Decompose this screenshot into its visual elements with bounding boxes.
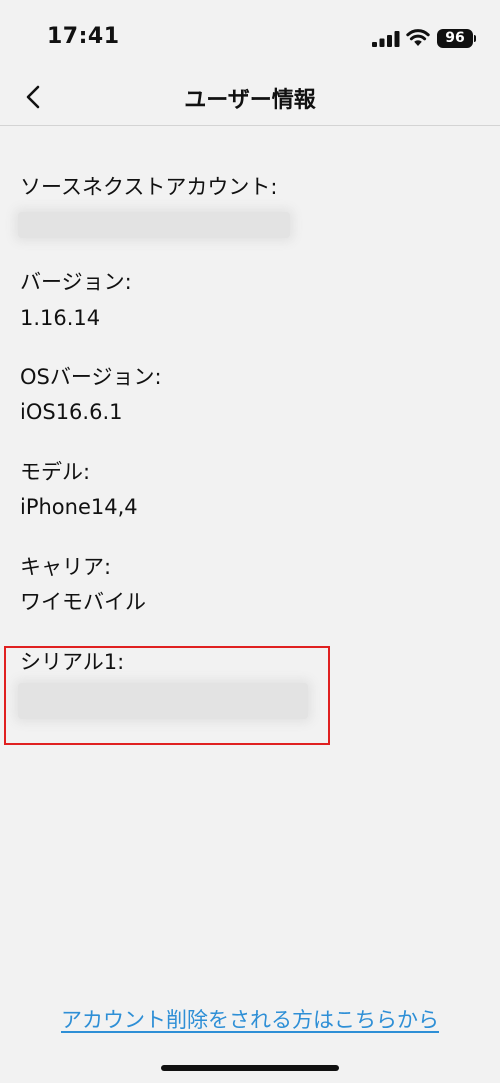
version-label: バージョン: — [20, 270, 132, 294]
delete-account-link[interactable]: アカウント削除をされる方はこちらから — [0, 1004, 500, 1034]
battery-tip — [474, 35, 476, 42]
carrier-value: ワイモバイル — [20, 590, 146, 614]
os-version-label: OSバージョン: — [20, 365, 162, 389]
highlight-box — [4, 646, 330, 745]
version-value: 1.16.14 — [20, 306, 101, 330]
battery-icon: 96 — [437, 29, 473, 48]
model-label: モデル: — [20, 460, 91, 484]
status-time: 17:41 — [47, 24, 120, 49]
account-label: ソースネクストアカウント: — [20, 175, 278, 199]
signal-icon — [372, 31, 400, 47]
page-title: ユーザー情報 — [184, 88, 316, 113]
model-value: iPhone14,4 — [20, 495, 138, 519]
wifi-icon — [406, 29, 430, 46]
account-value-redacted — [18, 212, 290, 238]
home-indicator[interactable] — [161, 1065, 339, 1071]
navigation-bar: ユーザー情報 — [0, 80, 500, 126]
status-bar: 17:41 96 — [0, 0, 500, 80]
carrier-label: キャリア: — [20, 555, 112, 579]
os-version-value: iOS16.6.1 — [20, 400, 123, 424]
